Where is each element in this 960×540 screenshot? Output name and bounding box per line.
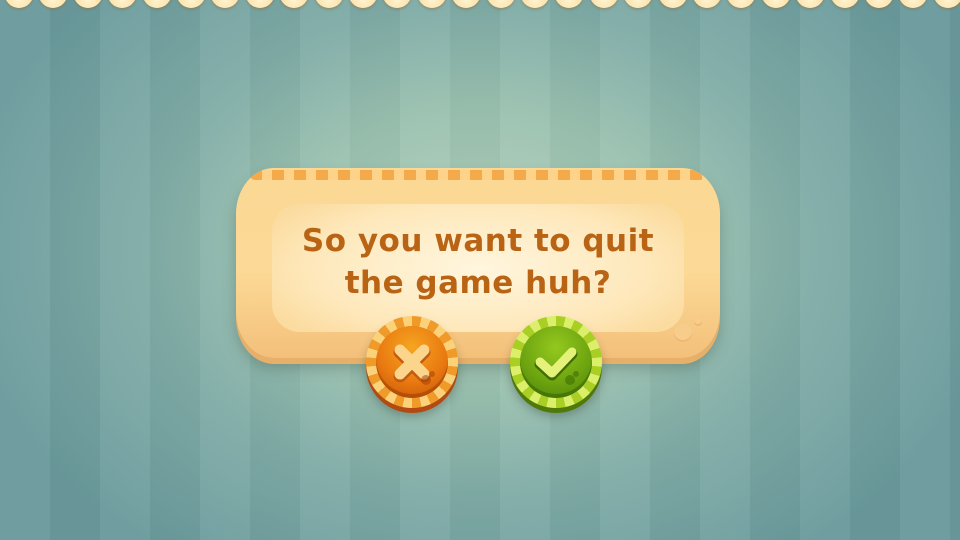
scallop-bump [760,0,791,8]
scallop-bump [4,0,34,8]
quit-dialog: So you want to quit the game huh? [236,168,720,358]
scallop-bump [932,0,960,8]
scallop-bump [279,0,310,8]
scallop-bump [244,0,275,8]
scallop-bump [588,0,619,8]
scallop-bump [176,0,206,8]
scallop-bump [348,0,378,8]
dialog-stitched-edge [250,170,706,180]
scallop-bump [692,0,722,8]
scallop-bump [38,0,69,8]
scallop-bump [416,0,447,8]
scallop-bump [382,0,413,8]
quit-message-line-1: So you want to quit [301,223,655,259]
scallop-bump [623,0,654,8]
confirm-button[interactable] [510,316,602,408]
scallop-bump [72,0,103,8]
game-screen: So you want to quit the game huh? [0,0,960,540]
decorative-bubble [674,324,692,342]
scallop-bump [313,0,344,8]
scallop-bump [554,0,585,8]
quit-message: So you want to quit the game huh? [236,220,720,304]
scallop-bump [141,0,172,8]
decorative-bubble [694,318,702,326]
scallop-bump [795,0,826,8]
scallop-bump [898,0,929,8]
scallop-bump [451,0,482,8]
scallop-bump [657,0,688,8]
scallop-bump [485,0,516,8]
scallop-bump [107,0,138,8]
scalloped-top-border [0,0,960,10]
scallop-bump [520,0,550,8]
close-x-icon [393,344,435,385]
cancel-button[interactable] [366,316,458,408]
scallop-bump [210,0,241,8]
checkmark-icon [534,347,579,385]
scallop-bump [726,0,757,8]
quit-message-line-2: the game huh? [344,265,612,301]
scallop-bump [829,0,860,8]
scallop-bump [864,0,894,8]
